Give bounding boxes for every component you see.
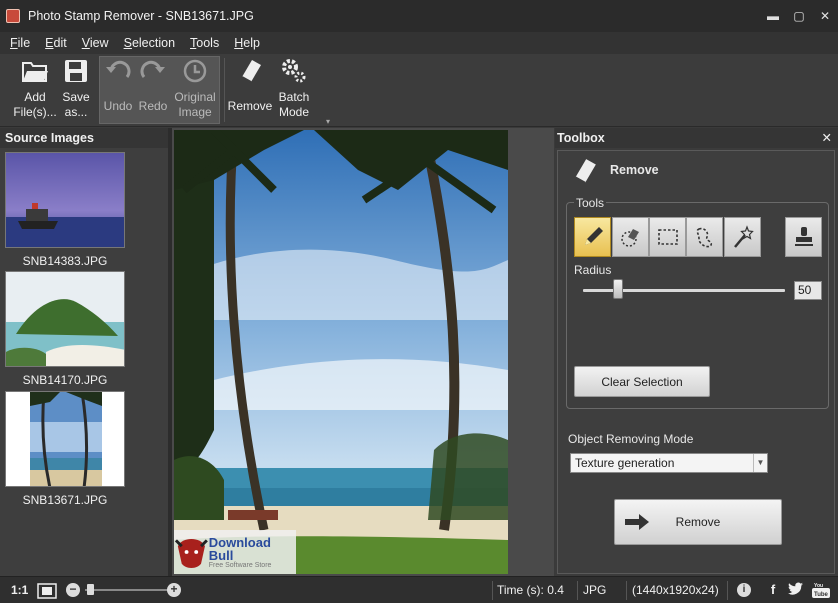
chevron-down-icon: ▼: [753, 454, 767, 472]
menu-file[interactable]: File: [10, 36, 30, 50]
lasso-tool-button[interactable]: [686, 217, 723, 257]
thumbnail-label: SNB13671.JPG: [22, 493, 108, 507]
clear-selection-button[interactable]: Clear Selection: [574, 366, 710, 397]
thumbnail-label: SNB14383.JPG: [22, 254, 108, 268]
rect-select-icon: [657, 229, 678, 245]
menu-edit[interactable]: Edit: [45, 36, 67, 50]
thumbnail-item[interactable]: SNB13671.JPG: [5, 391, 125, 507]
undo-icon: [104, 57, 132, 85]
zoom-in-button[interactable]: +: [167, 583, 181, 597]
add-files-button[interactable]: Add File(s)...: [13, 54, 57, 122]
thumbnail-item[interactable]: SNB14170.JPG: [5, 271, 125, 387]
toolbox-content: Remove Tools Radius 50 Clear Selection O…: [557, 150, 835, 574]
window-title: Photo Stamp Remover - SNB13671.JPG: [28, 9, 254, 23]
menu-bar: File Edit View Selection Tools Help: [0, 32, 838, 54]
stamp-icon: [794, 227, 813, 246]
toolbar: Add File(s)... Save as... Undo Redo Origin…: [0, 54, 838, 127]
bull-logo-icon: [174, 538, 208, 568]
batch-mode-button[interactable]: Batch Mode: [274, 54, 314, 122]
zoom-one-to-one-button[interactable]: 1:1: [11, 577, 28, 603]
thumbnail-image: [5, 152, 125, 248]
floppy-disk-icon: [62, 57, 90, 85]
remove-button[interactable]: Remove: [614, 499, 782, 545]
image-dimensions: (1440x1920x24): [632, 583, 719, 597]
arrow-right-icon: [625, 514, 649, 530]
twitter-icon[interactable]: [788, 582, 804, 598]
mode-title: Remove: [610, 163, 659, 177]
thumbnail-image: [5, 391, 125, 487]
watermark-subtitle: Free Software Store: [208, 561, 272, 569]
stamp-tool-button[interactable]: [785, 217, 822, 257]
toolbox-title: Toolbox: [557, 131, 605, 145]
object-removing-mode-label: Object Removing Mode: [568, 432, 694, 446]
processing-time: Time (s): 0.4: [497, 583, 564, 597]
minimize-button[interactable]: ▬: [760, 0, 786, 32]
menu-view[interactable]: View: [82, 36, 109, 50]
zoom-slider-track[interactable]: [85, 589, 169, 591]
menu-selection[interactable]: Selection: [124, 36, 175, 50]
source-images-title: Source Images: [0, 128, 170, 148]
toolbar-separator: [224, 58, 225, 122]
maximize-button[interactable]: ▢: [786, 0, 812, 32]
menu-help[interactable]: Help: [234, 36, 260, 50]
toolbox-close-button[interactable]: ✕: [822, 128, 832, 148]
eraser-lasso-icon: [620, 229, 639, 247]
redo-icon: [139, 57, 167, 85]
zoom-out-button[interactable]: −: [66, 583, 80, 597]
remove-toolbar-button[interactable]: Remove: [227, 54, 273, 122]
svg-text:Tube: Tube: [814, 592, 829, 598]
app-icon: [6, 9, 20, 23]
menu-tools[interactable]: Tools: [190, 36, 219, 50]
tools-label: Tools: [574, 196, 607, 210]
magic-wand-icon: [733, 225, 754, 248]
watermark-title: Download Bull: [208, 534, 271, 563]
pencil-icon: [584, 227, 603, 245]
main-photo: Download Bull Free Software Store: [174, 130, 508, 574]
original-image-button[interactable]: Original Image: [172, 54, 218, 122]
gears-icon: [280, 57, 308, 85]
image-canvas[interactable]: Download Bull Free Software Store: [172, 128, 554, 576]
eraser-icon: [236, 57, 264, 85]
object-removing-mode-select[interactable]: Texture generation ▼: [570, 453, 768, 473]
fit-to-window-button[interactable]: [37, 577, 57, 603]
status-bar: 1:1 − + Time (s): 0.4 JPG (1440x1920x24)…: [0, 576, 838, 603]
radius-label: Radius: [574, 263, 612, 277]
youtube-icon[interactable]: You Tube: [812, 582, 830, 598]
thumbnail-image: [5, 271, 125, 367]
undo-button[interactable]: Undo: [101, 54, 135, 122]
toolbox-panel: Toolbox ✕ Remove Tools Radius 50 Clear S…: [555, 128, 838, 576]
info-icon[interactable]: i: [737, 583, 751, 597]
title-bar: Photo Stamp Remover - SNB13671.JPG ▬ ▢ ✕: [0, 0, 838, 32]
lasso-icon: [695, 227, 712, 248]
image-format: JPG: [583, 583, 607, 597]
radius-value-input[interactable]: 50: [794, 281, 822, 300]
close-button[interactable]: ✕: [812, 0, 838, 32]
thumbnail-label: SNB14170.JPG: [22, 373, 108, 387]
window-controls: ▬ ▢ ✕: [760, 0, 838, 32]
radius-slider-handle[interactable]: [613, 279, 623, 299]
folder-open-icon: [21, 57, 49, 85]
fit-screen-icon: [37, 583, 57, 599]
history-clock-icon: [181, 57, 209, 85]
pencil-tool-button[interactable]: [574, 217, 611, 257]
svg-text:You: You: [814, 583, 823, 589]
save-as-button[interactable]: Save as...: [58, 54, 94, 122]
source-images-panel: Source Images SNB14383.JPG SNB14170.JPG …: [0, 128, 170, 576]
magic-wand-tool-button[interactable]: [724, 217, 761, 257]
rect-select-tool-button[interactable]: [649, 217, 686, 257]
eraser-tool-button[interactable]: [612, 217, 649, 257]
zoom-slider-handle[interactable]: [87, 584, 94, 595]
eraser-icon: [570, 157, 598, 188]
thumbnail-item[interactable]: SNB14383.JPG: [5, 152, 125, 268]
redo-button[interactable]: Redo: [136, 54, 170, 122]
facebook-icon[interactable]: f: [765, 582, 781, 598]
toolbar-overflow-icon[interactable]: ▾: [326, 117, 330, 126]
watermark-stamp: Download Bull Free Software Store: [174, 530, 296, 574]
